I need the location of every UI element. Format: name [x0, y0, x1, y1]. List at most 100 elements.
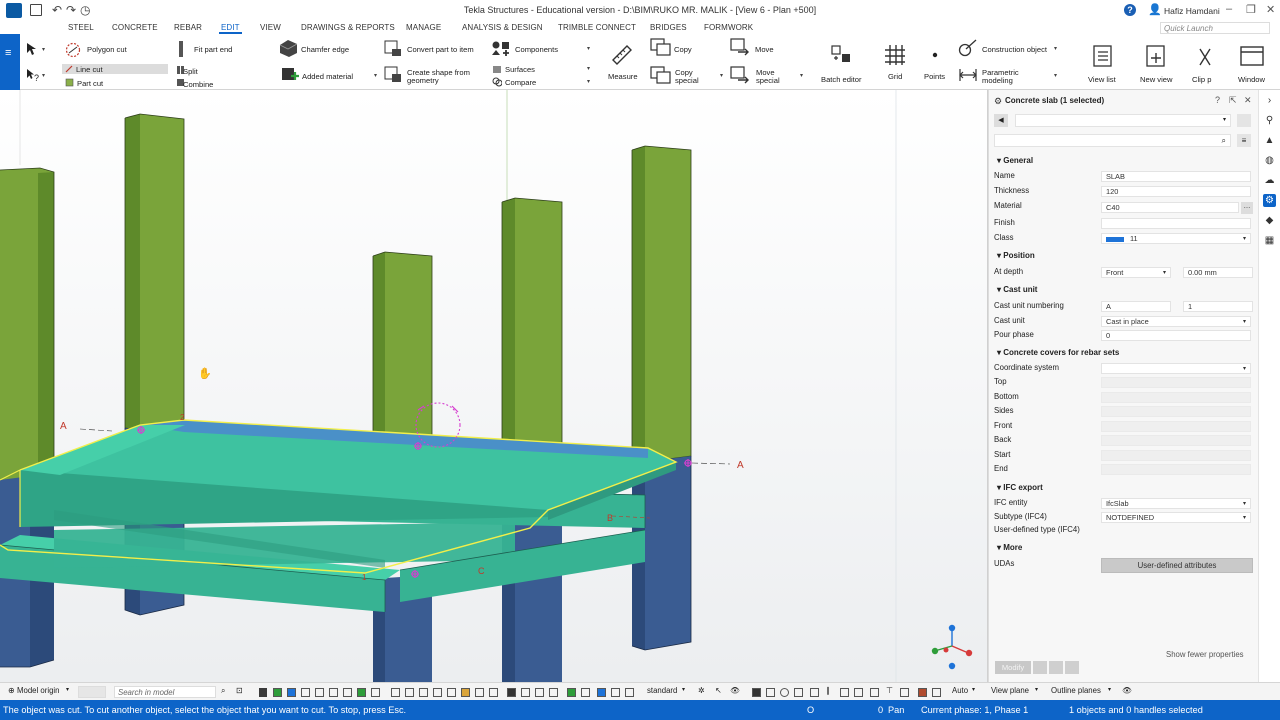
- snap-toggle-icon[interactable]: [581, 688, 590, 697]
- snap-plane-icon[interactable]: [521, 688, 530, 697]
- color-render-icon[interactable]: [918, 688, 927, 697]
- globe-icon[interactable]: ◍: [1263, 154, 1276, 167]
- copy-button[interactable]: Copy: [674, 45, 692, 54]
- select-assemblies-icon[interactable]: [287, 688, 296, 697]
- combine-button[interactable]: Combine: [183, 80, 213, 89]
- chevron-right-icon[interactable]: ›: [1263, 94, 1276, 107]
- cu-prefix-field[interactable]: A: [1101, 301, 1171, 312]
- surfaces-button[interactable]: Surfaces: [505, 65, 535, 74]
- added-material-button[interactable]: Added material: [302, 72, 353, 81]
- graduation-icon[interactable]: ▲: [1263, 134, 1276, 147]
- standard-dropdown[interactable]: standard: [647, 686, 677, 695]
- select-cuts-icon[interactable]: [343, 688, 352, 697]
- settings-small-icon[interactable]: ✲: [698, 686, 705, 695]
- user-name[interactable]: Hafiz Hamdani: [1164, 6, 1220, 16]
- section-ifc-export[interactable]: IFC export: [997, 483, 1043, 492]
- modify-button[interactable]: Modify: [995, 661, 1031, 674]
- select-tool-icon[interactable]: [259, 688, 267, 697]
- window-button[interactable]: Window: [1238, 75, 1265, 84]
- part-cut-button[interactable]: Part cut: [77, 79, 103, 88]
- snap-axis-icon[interactable]: ⊤: [886, 686, 893, 695]
- material-browse-button[interactable]: …: [1241, 202, 1253, 214]
- view-plane-dropdown[interactable]: View plane: [991, 686, 1029, 695]
- chevron-down-icon[interactable]: ▾: [66, 686, 69, 693]
- batch-editor-button[interactable]: Batch editor: [821, 75, 862, 84]
- column-upper-2[interactable]: [372, 251, 433, 440]
- select-arrow-icon[interactable]: [26, 42, 38, 56]
- copy-special-line2[interactable]: special: [675, 76, 699, 85]
- column-upper-1[interactable]: [124, 113, 185, 431]
- tab-trimble-connect[interactable]: TRIMBLE CONNECT: [558, 23, 636, 32]
- select-welds-icon[interactable]: [315, 688, 324, 697]
- cast-unit-dropdown[interactable]: Cast in place ▾: [1101, 316, 1251, 327]
- snap-free-icon[interactable]: [489, 688, 498, 697]
- link-icon[interactable]: ⚲: [1263, 114, 1276, 127]
- save-icon[interactable]: [30, 4, 42, 16]
- outline-planes-dropdown[interactable]: Outline planes: [1051, 686, 1101, 695]
- subtype-dropdown[interactable]: NOTDEFINED ▾: [1101, 512, 1251, 523]
- class-dropdown[interactable]: 11 ▾: [1101, 233, 1251, 244]
- section-cast-unit[interactable]: Cast unit: [997, 285, 1037, 294]
- user-icon[interactable]: 👤: [1148, 3, 1162, 16]
- menu-icon[interactable]: ≡: [5, 47, 11, 59]
- side-menu-bar[interactable]: ≡: [0, 34, 20, 90]
- help-icon[interactable]: ?: [1215, 95, 1220, 105]
- model-3d-canvas[interactable]: A A B C 1 2 ✋: [0, 90, 988, 682]
- tab-steel[interactable]: STEEL: [68, 23, 94, 32]
- line-cut-button[interactable]: Line cut: [62, 64, 168, 74]
- cloud-icon[interactable]: ☁: [1263, 174, 1276, 187]
- tab-manage[interactable]: MANAGE: [406, 23, 441, 32]
- at-depth-dropdown[interactable]: Front ▾: [1101, 267, 1171, 278]
- snap-end-icon[interactable]: [391, 688, 400, 697]
- display-filter-icon[interactable]: [840, 688, 849, 697]
- tab-concrete[interactable]: CONCRETE: [112, 23, 158, 32]
- select-bolts-icon[interactable]: [329, 688, 338, 697]
- parametric-modeling-line2[interactable]: modeling: [982, 76, 1013, 85]
- paste-props-icon[interactable]: [1065, 661, 1079, 674]
- property-search-input[interactable]: ⌕: [994, 134, 1231, 147]
- eye-icon[interactable]: 👁: [730, 686, 740, 695]
- end-cover-field[interactable]: [1101, 464, 1251, 475]
- split-button[interactable]: Split: [183, 67, 198, 76]
- start-cover-field[interactable]: [1101, 450, 1251, 461]
- convert-part-button[interactable]: Convert part to item: [407, 45, 474, 54]
- front-cover-field[interactable]: [1101, 421, 1251, 432]
- section-general[interactable]: General: [997, 156, 1033, 165]
- chamfer-edge-button[interactable]: Chamfer edge: [301, 45, 349, 54]
- snap-workplane-icon[interactable]: [549, 688, 558, 697]
- back-button[interactable]: ◀: [994, 114, 1008, 127]
- snap-extension-icon[interactable]: [611, 688, 620, 697]
- udt-field[interactable]: [1101, 525, 1251, 536]
- components-button[interactable]: Components: [515, 45, 558, 54]
- type-dropdown[interactable]: ▾: [1015, 114, 1231, 127]
- close-panel-icon[interactable]: ✕: [1244, 95, 1252, 106]
- chevron-down-icon[interactable]: ▾: [374, 72, 377, 79]
- chevron-down-icon[interactable]: ▾: [800, 72, 803, 79]
- snap-center-icon[interactable]: [419, 688, 428, 697]
- ifc-entity-dropdown[interactable]: IfcSlab ▾: [1101, 498, 1251, 509]
- auto-dropdown[interactable]: Auto: [952, 686, 968, 695]
- apps-icon[interactable]: ▦: [1263, 234, 1276, 247]
- snap-mid-icon[interactable]: [405, 688, 414, 697]
- snap-depth-icon[interactable]: [597, 688, 606, 697]
- thickness-field[interactable]: 120: [1101, 186, 1251, 197]
- copy-props-icon[interactable]: [1049, 661, 1063, 674]
- filter-icon[interactable]: ≡: [1237, 134, 1251, 147]
- display-mode-icon[interactable]: [810, 688, 819, 697]
- column-upper-left[interactable]: [0, 167, 55, 480]
- at-depth-offset-field[interactable]: 0.00 mm: [1183, 267, 1253, 278]
- chevron-down-icon[interactable]: ▾: [587, 65, 590, 72]
- view-list-button[interactable]: View list: [1088, 75, 1116, 84]
- parallel-icon[interactable]: ∥: [826, 686, 830, 695]
- snap-edge-icon[interactable]: [475, 688, 484, 697]
- display-shaded-icon[interactable]: [780, 688, 789, 697]
- snap-perpendicular-icon[interactable]: [447, 688, 456, 697]
- compare-button[interactable]: Compare: [505, 78, 536, 87]
- tab-edit[interactable]: EDIT: [219, 23, 242, 34]
- close-window-icon[interactable]: ✕: [1266, 3, 1275, 16]
- material-field[interactable]: C40: [1101, 202, 1239, 213]
- pick-icon[interactable]: [1033, 661, 1047, 674]
- redo-icon[interactable]: ↷: [66, 3, 76, 17]
- select-parts-icon[interactable]: [273, 688, 282, 697]
- help-icon[interactable]: ?: [1124, 4, 1136, 16]
